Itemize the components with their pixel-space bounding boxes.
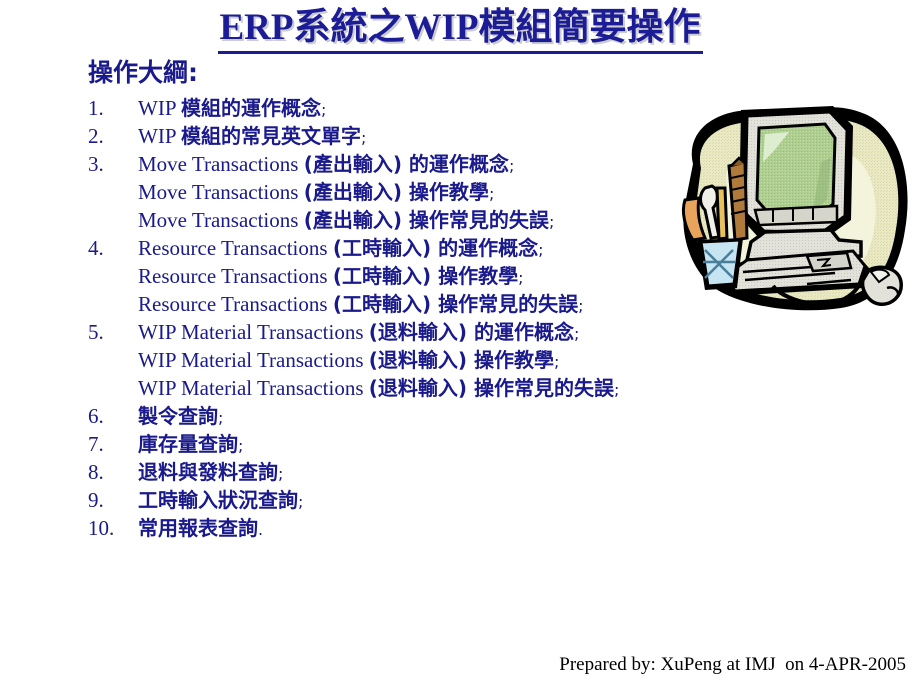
outline-text-segment: WIP Material Transactions — [138, 376, 369, 400]
outline-text-segment: 模組的運作概念 — [180, 96, 321, 120]
outline-item-number: 1. — [88, 96, 104, 120]
outline-item: 5. WIP Material Transactions (退料輸入) 的運作概念… — [88, 318, 688, 346]
page-title: ERP系統之WIP模組簡要操作 — [0, 6, 920, 54]
outline-item-text: 退料與發料查詢; — [138, 458, 283, 488]
outline-list: 1. WIP 模組的運作概念; 2. WIP 模組的常見英文單字; 3. Move Tra… — [88, 94, 688, 542]
outline-item-text: Move Transactions (產出輸入) 操作教學; — [138, 178, 494, 208]
outline-text-segment: ; — [518, 268, 524, 287]
outline-text-segment: ; — [574, 324, 580, 343]
outline-item-subline: Resource Transactions (工時輸入) 操作常見的失誤; — [88, 290, 688, 318]
outline-text-segment: ; — [320, 100, 327, 119]
outline-text-segment: . — [258, 520, 264, 539]
outline-item: 4. Resource Transactions (工時輸入) 的運作概念; — [88, 234, 688, 262]
outline-text-segment: ; — [508, 156, 515, 175]
outline-text-segment: (產出輸入) 操作常見的失誤 — [303, 208, 549, 232]
outline-text-segment: Resource Transactions — [138, 292, 333, 316]
outline-item-text: Resource Transactions (工時輸入) 的運作概念; — [138, 234, 543, 264]
outline-item: 7. 庫存量查詢; — [88, 430, 688, 458]
outline-text-segment: ; — [238, 436, 244, 455]
outline-item-subline: Move Transactions (產出輸入) 操作常見的失誤; — [88, 206, 688, 234]
outline-text-segment: ; — [548, 212, 555, 231]
outline-text-segment: 常用報表查詢 — [138, 516, 258, 540]
outline-item: 10. 常用報表查詢. — [88, 514, 688, 542]
outline-heading: 操作大綱: — [88, 58, 198, 87]
outline-item-number: 4. — [88, 236, 104, 260]
mouse — [860, 265, 903, 306]
outline-text-segment: (產出輸入) 的運作概念 — [303, 152, 509, 176]
outline-text-segment: 庫存量查詢 — [138, 432, 238, 456]
outline-text-segment: (工時輸入) 的運作概念 — [332, 236, 539, 260]
outline-text-segment: 工時輸入狀況查詢 — [138, 488, 298, 512]
outline-text-segment: Move Transactions — [138, 180, 304, 204]
outline-item-subline: Move Transactions (產出輸入) 操作教學; — [88, 178, 688, 206]
outline-text-segment: 模組的常見英文單字 — [180, 124, 361, 148]
outline-text-segment: (退料輸入) 的運作概念 — [368, 320, 575, 344]
outline-text-segment: ; — [538, 240, 544, 259]
outline-item-number: 3. — [88, 152, 104, 176]
outline-text-segment: (退料輸入) 操作教學 — [368, 348, 555, 372]
outline-item-text: WIP 模組的常見英文單字; — [138, 122, 366, 152]
outline-text-segment: WIP — [138, 96, 181, 120]
outline-text-segment: (工時輸入) 操作常見的失誤 — [332, 292, 579, 316]
outline-text-segment: (工時輸入) 操作教學 — [332, 264, 519, 288]
outline-item-subline: Resource Transactions (工時輸入) 操作教學; — [88, 262, 688, 290]
outline-item-number: 6. — [88, 404, 104, 428]
outline-item-number: 9. — [88, 488, 104, 512]
crt-monitor — [739, 106, 853, 240]
outline-item-text: WIP Material Transactions (退料輸入) 的運作概念; — [138, 318, 579, 348]
footer-credit: Prepared by: XuPeng at IMJ on 4-APR-2005 — [559, 654, 906, 675]
outline-text-segment: ; — [614, 380, 620, 399]
outline-item-text: 庫存量查詢; — [138, 430, 243, 460]
outline-text-segment: (產出輸入) 操作教學 — [303, 180, 489, 204]
outline-item: 8. 退料與發料查詢; — [88, 458, 688, 486]
outline-item-text: 工時輸入狀況查詢; — [138, 486, 303, 516]
outline-text-segment: Move Transactions — [138, 208, 304, 232]
outline-item: 1. WIP 模組的運作概念; — [88, 94, 688, 122]
outline-item: 9. 工時輸入狀況查詢; — [88, 486, 688, 514]
outline-item-text: 製令查詢; — [138, 402, 223, 432]
outline-item-subline: WIP Material Transactions (退料輸入) 操作教學; — [88, 346, 688, 374]
outline-text-segment: 製令查詢 — [138, 404, 218, 428]
outline-text-segment: ; — [278, 464, 284, 483]
outline-text-segment: ; — [218, 408, 224, 427]
outline-text-segment: ; — [554, 352, 560, 371]
outline-item-number: 8. — [88, 460, 104, 484]
outline-item-number: 2. — [88, 124, 104, 148]
outline-item-number: 10. — [88, 516, 115, 540]
outline-item: 3. Move Transactions (產出輸入) 的運作概念; — [88, 150, 688, 178]
outline-item-text: Resource Transactions (工時輸入) 操作教學; — [138, 262, 523, 292]
outline-text-segment: WIP — [138, 124, 181, 148]
outline-text-segment: WIP Material Transactions — [138, 320, 369, 344]
outline-item-number: 7. — [88, 432, 104, 456]
desktop-computer-clipart — [655, 92, 920, 332]
outline-text-segment: ; — [360, 128, 367, 147]
outline-text-segment: Resource Transactions — [138, 236, 333, 260]
outline-item-text: WIP Material Transactions (退料輸入) 操作常見的失誤… — [138, 374, 619, 404]
outline-text-segment: Move Transactions — [138, 152, 304, 176]
pencil-cup — [697, 238, 743, 290]
outline-item-number: 5. — [88, 320, 104, 344]
outline-text-segment: 退料與發料查詢 — [138, 460, 278, 484]
outline-item-text: WIP Material Transactions (退料輸入) 操作教學; — [138, 346, 559, 376]
outline-text-segment: Resource Transactions — [138, 264, 333, 288]
outline-text-segment: WIP Material Transactions — [138, 348, 369, 372]
outline-item-text: Resource Transactions (工時輸入) 操作常見的失誤; — [138, 290, 583, 320]
outline-item-text: Move Transactions (產出輸入) 的運作概念; — [138, 150, 514, 180]
outline-text-segment: ; — [298, 492, 304, 511]
outline-item: 6. 製令查詢; — [88, 402, 688, 430]
outline-text-segment: (退料輸入) 操作常見的失誤 — [368, 376, 615, 400]
outline-item-text: Move Transactions (產出輸入) 操作常見的失誤; — [138, 206, 554, 236]
outline-item: 2. WIP 模組的常見英文單字; — [88, 122, 688, 150]
outline-text-segment: ; — [578, 296, 584, 315]
outline-text-segment: ; — [488, 184, 495, 203]
outline-item-text: 常用報表查詢. — [138, 514, 263, 544]
outline-item-subline: WIP Material Transactions (退料輸入) 操作常見的失誤… — [88, 374, 688, 402]
page-title-text: ERP系統之WIP模組簡要操作 — [217, 6, 703, 54]
outline-item-text: WIP 模組的運作概念; — [138, 94, 326, 124]
